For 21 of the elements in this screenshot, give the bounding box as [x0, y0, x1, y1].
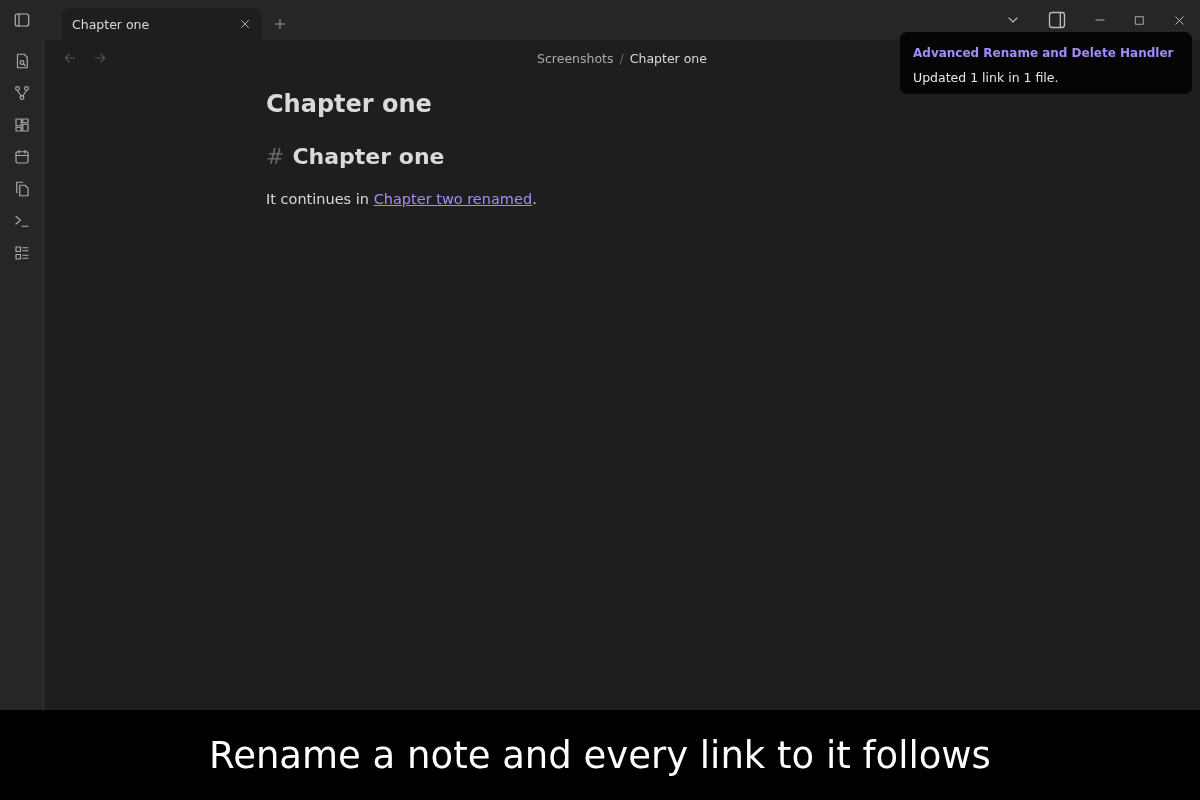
breadcrumb-note[interactable]: Chapter one: [629, 50, 707, 66]
list-icon[interactable]: [12, 244, 31, 262]
close-icon[interactable]: [238, 17, 252, 31]
note-link[interactable]: Chapter two renamed: [373, 191, 533, 207]
note-heading: Chapter one: [292, 144, 445, 169]
graph-icon[interactable]: [12, 84, 31, 102]
breadcrumb-folder[interactable]: Screenshots: [537, 50, 614, 66]
caption-text: Rename a note and every link to it follows: [209, 733, 991, 777]
breadcrumb-separator: /: [619, 50, 624, 66]
paragraph: It continues in Chapter two renamed.: [266, 191, 538, 207]
plus-icon[interactable]: [272, 16, 288, 32]
notification-title: Advanced Rename and Delete Handler: [913, 46, 1174, 60]
heading-mark: #: [266, 144, 285, 169]
sidebar-toggle-icon[interactable]: [13, 11, 31, 29]
maximize-icon[interactable]: [1133, 13, 1146, 27]
notification-message: Updated 1 link in 1 file.: [913, 70, 1060, 85]
note-title: Chapter one: [266, 90, 433, 118]
calendar-icon[interactable]: [12, 148, 31, 166]
sidebar-right-icon[interactable]: [1047, 10, 1067, 30]
tab[interactable]: Chapter one: [62, 8, 262, 40]
grid-icon[interactable]: [12, 116, 31, 134]
